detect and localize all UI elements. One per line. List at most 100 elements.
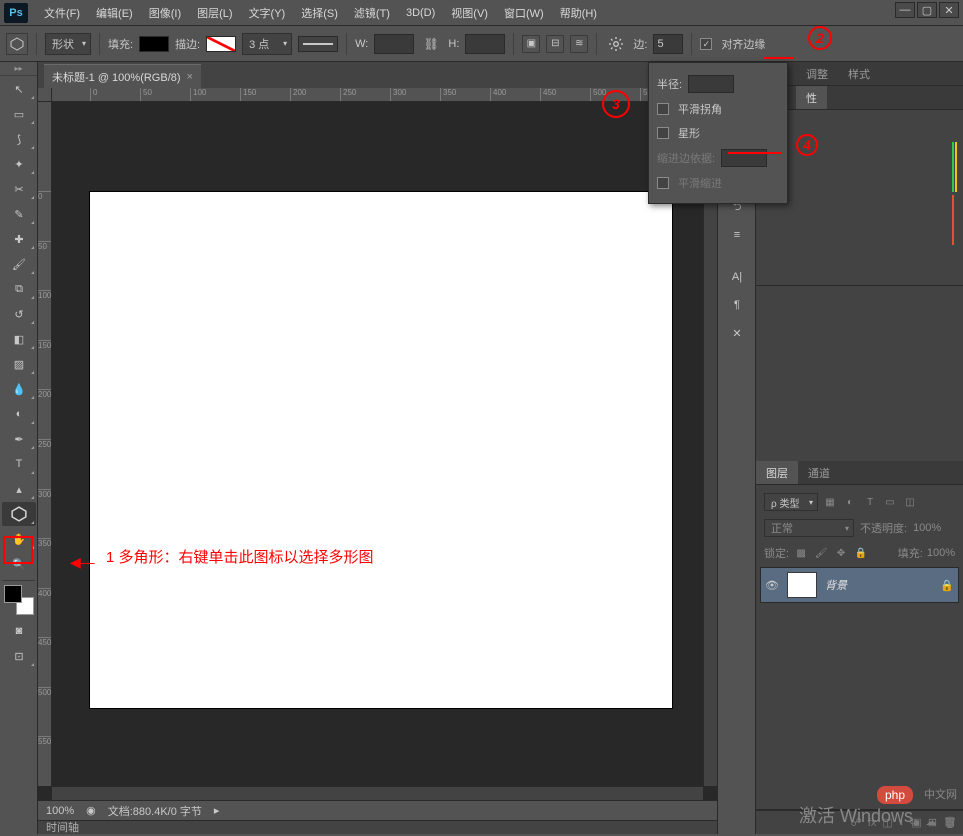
sides-input[interactable] xyxy=(653,34,683,54)
healing-tool[interactable]: ✚ xyxy=(2,227,36,251)
tool-preset-picker[interactable] xyxy=(6,33,28,55)
menu-help[interactable]: 帮助(H) xyxy=(552,2,605,24)
zoom-tool[interactable]: 🔍 xyxy=(2,552,36,576)
blur-tool[interactable]: 💧 xyxy=(2,377,36,401)
horizontal-ruler[interactable]: 050 100150 200250 300350 400450 500550 6… xyxy=(52,88,703,102)
sync-icon[interactable]: ↻ xyxy=(908,815,917,828)
layer-item-background[interactable]: 👁 背景 🔒 xyxy=(760,567,959,603)
screen-mode-tool[interactable]: ⊡ xyxy=(2,644,36,668)
maximize-button[interactable]: ▢ xyxy=(917,2,937,18)
eraser-tool[interactable]: ◧ xyxy=(2,327,36,351)
pen-tool[interactable]: ✒ xyxy=(2,427,36,451)
toolbox-collapse[interactable]: ▸▸ xyxy=(0,62,37,76)
doc-info-flyout-icon[interactable]: ▸ xyxy=(214,804,220,817)
polygon-tool[interactable] xyxy=(2,502,36,526)
stroke-width-select[interactable]: 3 点 xyxy=(242,33,292,55)
zoom-level[interactable]: 100% xyxy=(46,805,74,817)
filter-adjust-icon[interactable]: ◐ xyxy=(842,495,858,509)
filter-text-icon[interactable]: T xyxy=(862,495,878,509)
menu-layer[interactable]: 图层(L) xyxy=(189,2,240,24)
smooth-corners-row[interactable]: 平滑拐角 xyxy=(657,97,779,121)
layer-visibility-icon[interactable]: 👁 xyxy=(765,579,779,592)
layer-name[interactable]: 背景 xyxy=(825,577,847,593)
lock-position-icon[interactable]: ✥ xyxy=(833,546,849,560)
exposure-icon[interactable]: ◉ xyxy=(86,804,96,817)
menu-window[interactable]: 窗口(W) xyxy=(496,2,552,24)
tab-adjustments[interactable]: 调整 xyxy=(796,62,838,85)
filter-kind-select[interactable]: ρ 类型 xyxy=(764,493,818,511)
stroke-swatch[interactable] xyxy=(206,36,236,52)
text-tool[interactable]: T xyxy=(2,452,36,476)
lock-transparent-icon[interactable]: ▩ xyxy=(793,546,809,560)
path-op-combine-icon[interactable]: ▣ xyxy=(522,35,540,53)
menu-image[interactable]: 图像(I) xyxy=(141,2,189,24)
lock-all-icon[interactable]: 🔒 xyxy=(853,546,869,560)
star-row[interactable]: 星形 xyxy=(657,121,779,145)
menu-select[interactable]: 选择(S) xyxy=(293,2,346,24)
tab-close-icon[interactable]: × xyxy=(187,71,193,83)
fill-opacity-value[interactable]: 100% xyxy=(927,547,955,559)
character-panel-icon[interactable]: A| xyxy=(722,264,752,290)
actions-panel-icon[interactable]: ≡ xyxy=(722,222,752,248)
timeline-bar[interactable]: 时间轴 xyxy=(38,820,717,834)
eyedropper-tool[interactable]: ✎ xyxy=(2,202,36,226)
vertical-ruler[interactable]: 050 100150 200250 300350 400450 500550 xyxy=(38,102,52,786)
document-tab[interactable]: 未标题-1 @ 100%(RGB/8) × xyxy=(44,64,201,88)
tab-layers[interactable]: 图层 xyxy=(756,461,798,484)
filter-shape-icon[interactable]: ▭ xyxy=(882,495,898,509)
paragraph-panel-icon[interactable]: ¶ xyxy=(722,292,752,318)
menu-type[interactable]: 文字(Y) xyxy=(241,2,294,24)
gradient-tool[interactable]: ▨ xyxy=(2,352,36,376)
align-edges-checkbox[interactable] xyxy=(700,38,712,50)
menu-filter[interactable]: 滤镜(T) xyxy=(346,2,398,24)
gear-icon[interactable] xyxy=(605,33,627,55)
link-wh-icon[interactable] xyxy=(420,33,442,55)
fill-swatch[interactable] xyxy=(139,36,169,52)
menu-file[interactable]: 文件(F) xyxy=(36,2,88,24)
marquee-tool[interactable]: ▭ xyxy=(2,102,36,126)
star-checkbox[interactable] xyxy=(657,127,669,139)
horizontal-scrollbar[interactable] xyxy=(52,786,703,800)
vertical-scrollbar[interactable] xyxy=(703,102,717,786)
move-tool[interactable]: ↖ xyxy=(2,77,36,101)
menu-view[interactable]: 视图(V) xyxy=(443,2,496,24)
opacity-value[interactable]: 100% xyxy=(913,522,941,534)
height-input[interactable] xyxy=(465,34,505,54)
quick-mask-tool[interactable]: ◙ xyxy=(2,619,36,643)
blend-mode-select[interactable]: 正常 xyxy=(764,519,854,537)
canvas-viewport[interactable] xyxy=(52,102,703,786)
tab-properties[interactable]: 性 xyxy=(796,86,827,109)
tab-channels[interactable]: 通道 xyxy=(798,461,840,484)
stroke-style-select[interactable] xyxy=(298,36,338,52)
history-brush-tool[interactable]: ↺ xyxy=(2,302,36,326)
menu-3d[interactable]: 3D(D) xyxy=(398,4,443,22)
filter-pixel-icon[interactable]: ▦ xyxy=(822,495,838,509)
foreground-color[interactable] xyxy=(4,585,22,603)
crop-tool[interactable]: ✂ xyxy=(2,177,36,201)
tool-preset-panel-icon[interactable]: ✕ xyxy=(722,320,752,346)
quick-select-tool[interactable]: ✦ xyxy=(2,152,36,176)
dodge-tool[interactable]: ◐ xyxy=(2,402,36,426)
indent-input[interactable] xyxy=(721,149,767,167)
grid-icon[interactable]: ▦ xyxy=(945,815,955,828)
color-swatches[interactable] xyxy=(4,585,34,615)
path-select-tool[interactable]: ▴ xyxy=(2,477,36,501)
close-button[interactable]: ✕ xyxy=(939,2,959,18)
lasso-tool[interactable]: ⟆ xyxy=(2,127,36,151)
menu-edit[interactable]: 编辑(E) xyxy=(88,2,141,24)
radius-input[interactable] xyxy=(688,75,734,93)
ruler-origin[interactable] xyxy=(38,88,52,102)
layer-thumbnail[interactable] xyxy=(787,572,817,598)
tab-styles[interactable]: 样式 xyxy=(838,62,880,85)
brush-tool[interactable]: 🖌 xyxy=(2,252,36,276)
cloud-icon[interactable]: ☁ xyxy=(926,815,937,828)
doc-info[interactable]: 文档:880.4K/0 字节 xyxy=(108,803,202,819)
path-arrange-icon[interactable]: ≋ xyxy=(570,35,588,53)
lock-pixels-icon[interactable]: 🖌 xyxy=(813,546,829,560)
clone-tool[interactable]: ⧉ xyxy=(2,277,36,301)
hand-tool[interactable]: ✋ xyxy=(2,527,36,551)
path-align-icon[interactable]: ⊟ xyxy=(546,35,564,53)
minimize-button[interactable]: — xyxy=(895,2,915,18)
smooth-corners-checkbox[interactable] xyxy=(657,103,669,115)
width-input[interactable] xyxy=(374,34,414,54)
